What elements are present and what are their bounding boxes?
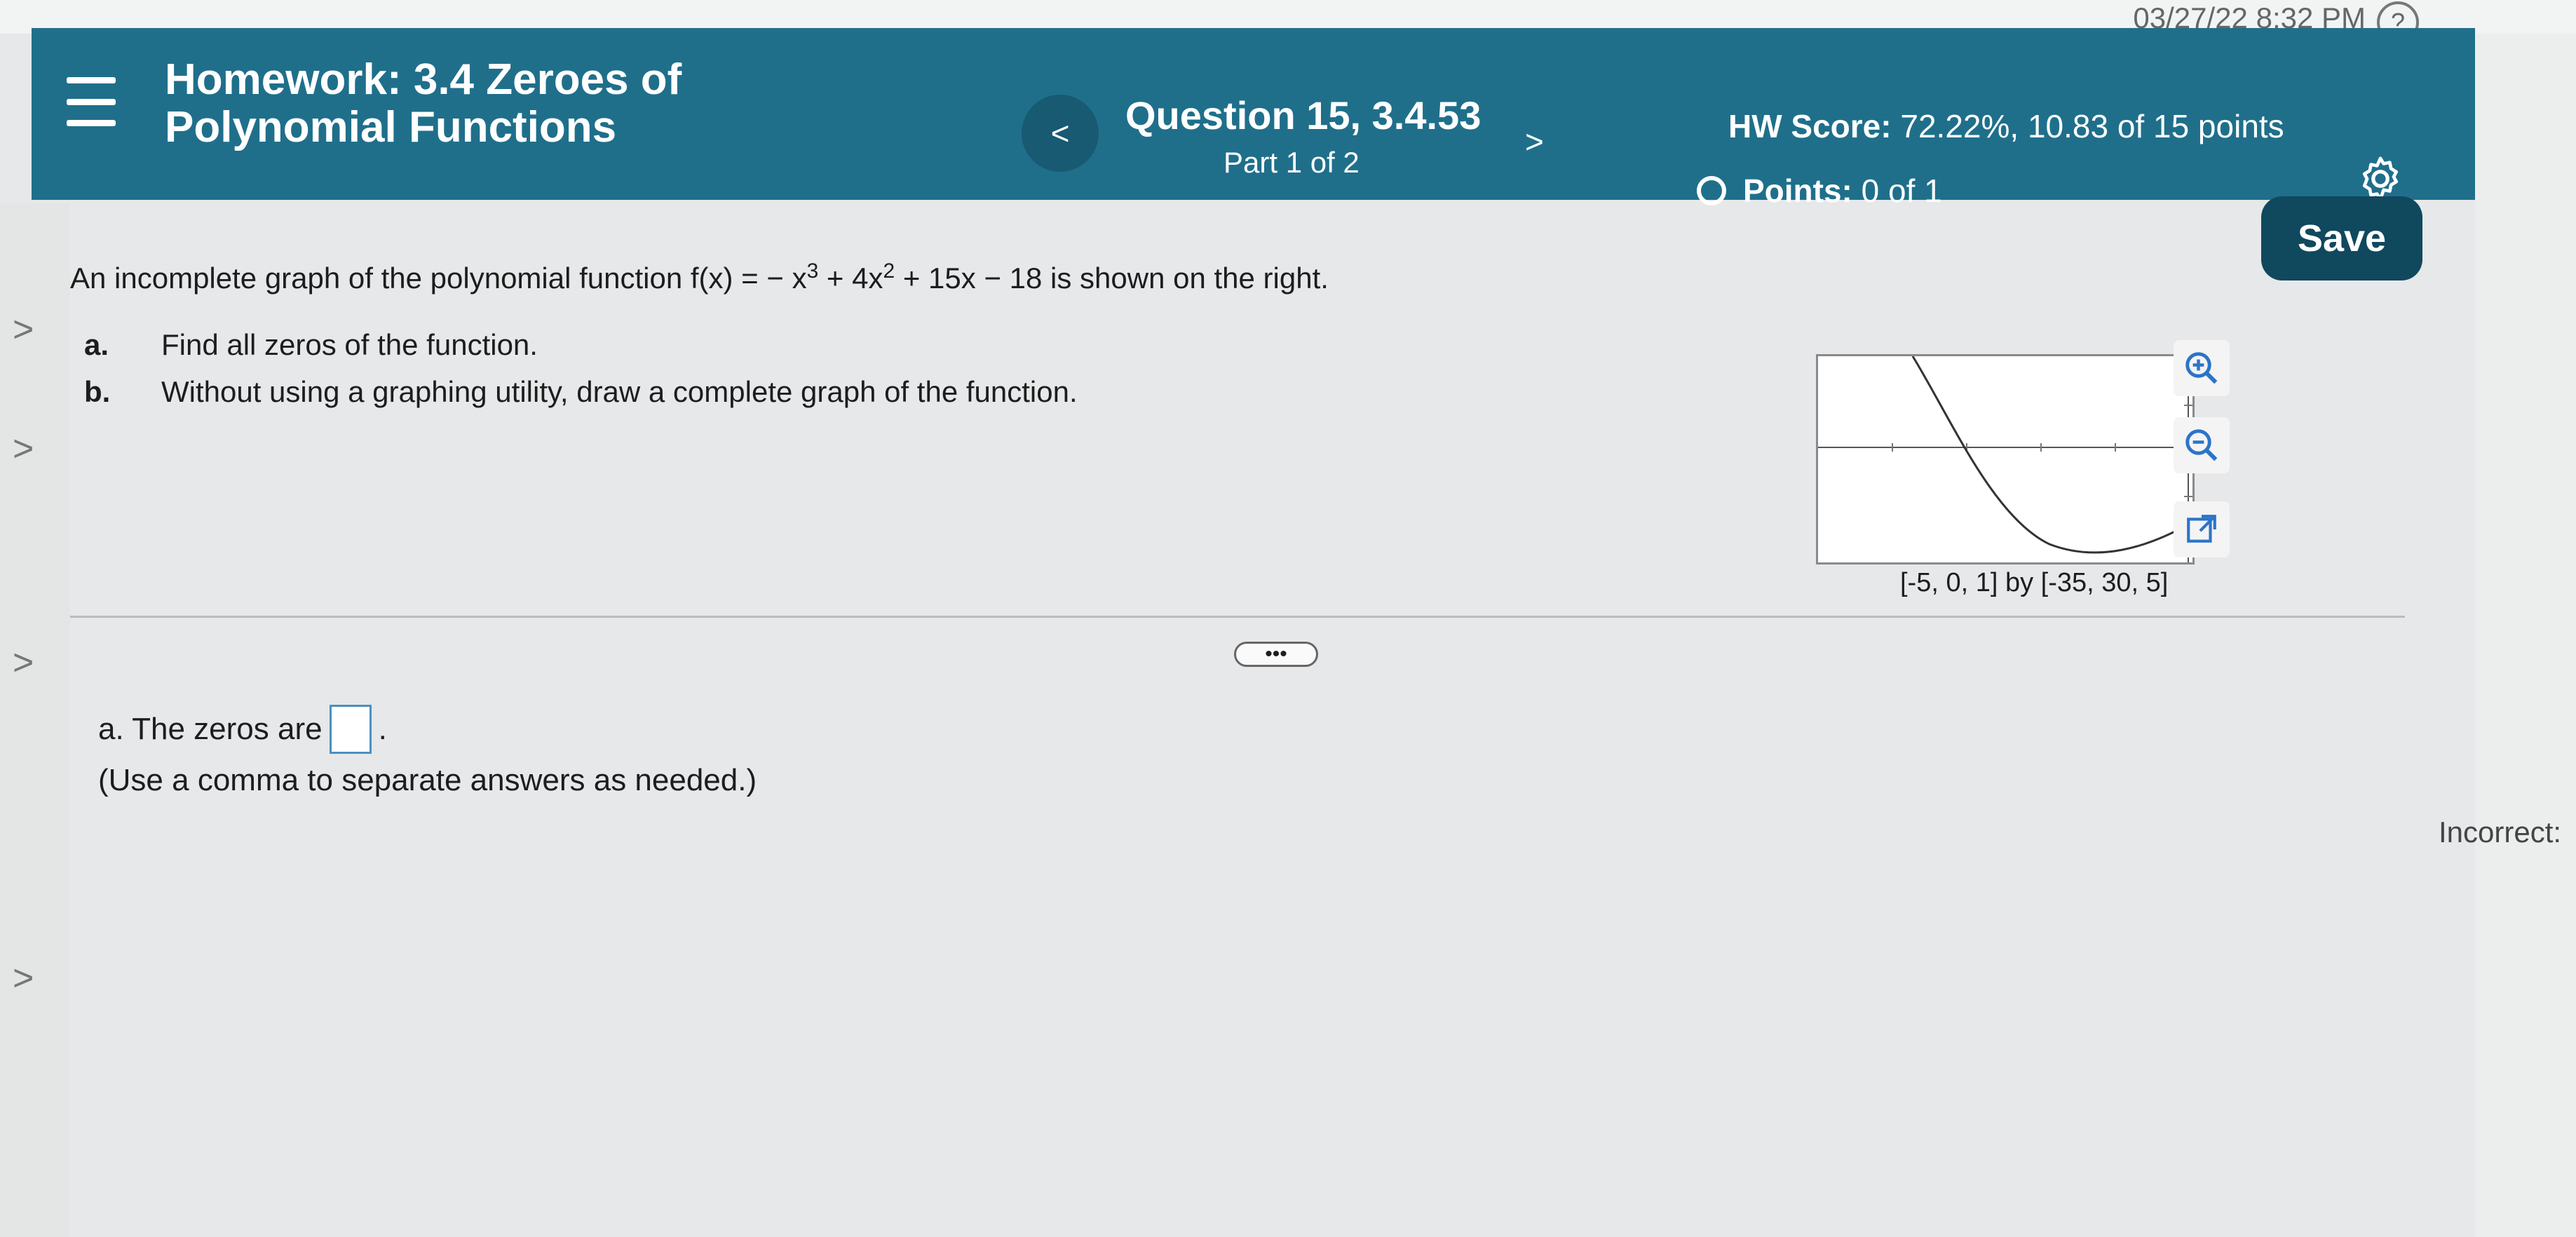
zoom-out-icon[interactable]: [2174, 417, 2230, 473]
hamburger-menu-icon[interactable]: [67, 77, 116, 126]
answer-row: a. The zeros are .: [98, 705, 387, 754]
question-title: Question 15, 3.4.53: [1125, 93, 1482, 137]
question-part: Part 1 of 2: [1223, 146, 1360, 179]
points-label: Points:: [1743, 173, 1852, 209]
more-options-button[interactable]: •••: [1234, 642, 1318, 667]
zeros-answer-input[interactable]: [329, 705, 372, 754]
zoom-in-icon[interactable]: [2174, 340, 2230, 396]
hw-score-value: 72.22%, 10.83 of 15 points: [1900, 108, 2284, 144]
expand-chevron-icon[interactable]: >: [13, 309, 34, 351]
question-statement: An incomplete graph of the polynomial fu…: [70, 259, 1329, 295]
question-item-b: b. Without using a graphing utility, draw…: [84, 375, 1078, 408]
save-button[interactable]: Save: [2261, 196, 2422, 280]
left-side-panel: [0, 203, 70, 1237]
points-row: Points: 0 of 1: [1697, 172, 1942, 210]
section-divider: [70, 616, 2405, 618]
popout-icon[interactable]: [2174, 501, 2230, 557]
hw-score: HW Score: 72.22%, 10.83 of 15 points: [1728, 105, 2303, 147]
assignment-header: Homework: 3.4 Zeroes of Polynomial Funct…: [32, 28, 2475, 201]
previous-question-button[interactable]: <: [1022, 95, 1099, 172]
incomplete-graph: [1816, 354, 2195, 565]
expand-chevron-icon[interactable]: >: [13, 957, 34, 999]
question-item-a: a. Find all zeros of the function.: [84, 328, 538, 361]
graph-window-caption: [-5, 0, 1] by [-35, 30, 5]: [1900, 568, 2169, 597]
expand-chevron-icon[interactable]: >: [13, 642, 34, 684]
answer-suffix: .: [378, 712, 387, 746]
points-status-icon: [1697, 176, 1726, 205]
hw-score-label: HW Score:: [1728, 108, 1892, 144]
incorrect-label: Incorrect:: [2439, 816, 2562, 849]
expand-chevron-icon[interactable]: >: [13, 428, 34, 470]
next-question-button[interactable]: >: [1525, 123, 1544, 161]
right-side-panel: [2475, 34, 2576, 1237]
homework-title: Homework: 3.4 Zeroes of Polynomial Funct…: [165, 55, 682, 151]
points-value: 0 of 1: [1861, 173, 1942, 209]
function-curve: [1911, 356, 2189, 554]
answer-hint: (Use a comma to separate answers as need…: [98, 763, 757, 797]
answer-prompt: a. The zeros are: [98, 712, 323, 746]
